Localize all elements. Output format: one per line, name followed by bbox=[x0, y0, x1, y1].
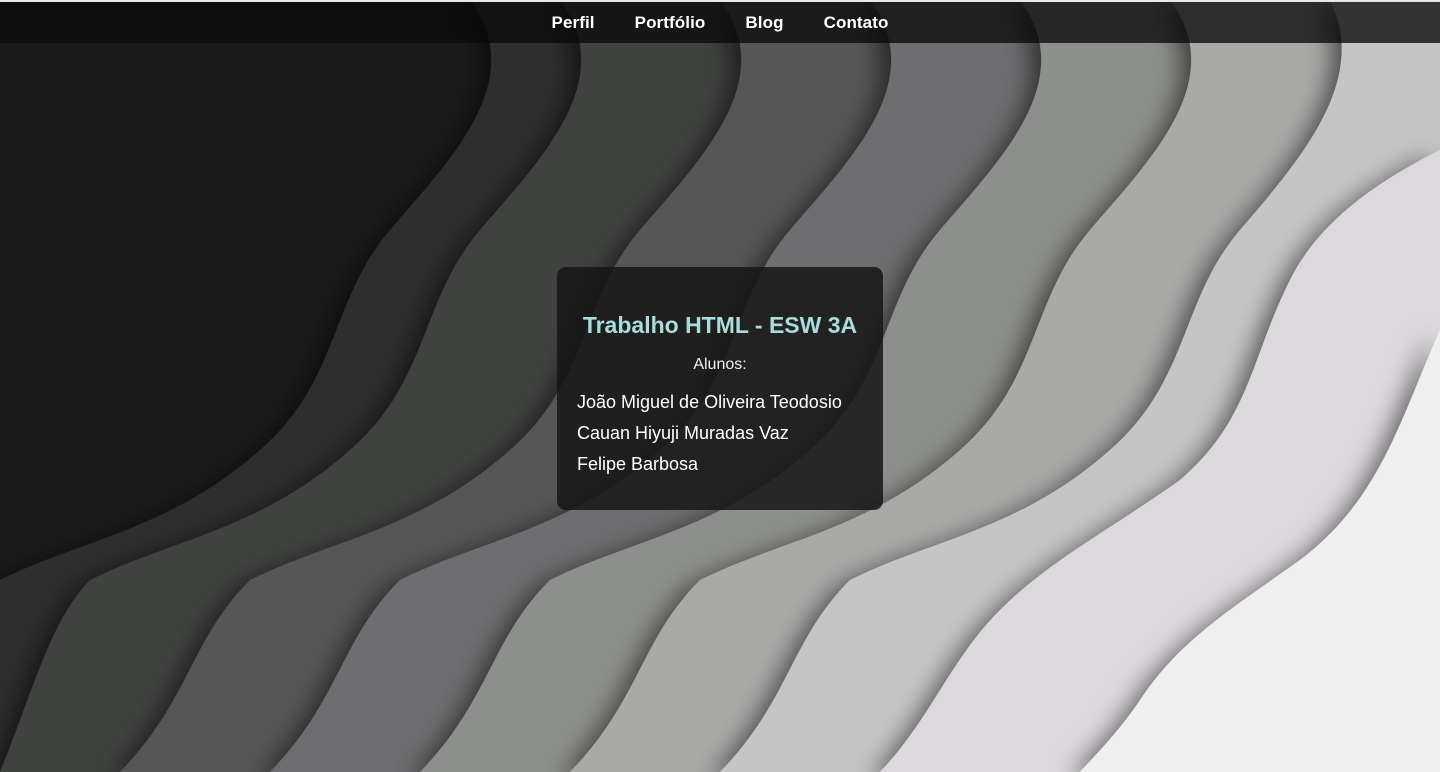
student-name: João Miguel de Oliveira Teodosio bbox=[577, 392, 842, 412]
card-title: Trabalho HTML - ESW 3A bbox=[582, 312, 858, 338]
page: Perfil Portfólio Blog Contato Trabalho H… bbox=[0, 0, 1440, 772]
nav-link-portfolio[interactable]: Portfólio bbox=[635, 13, 706, 33]
nav-link-perfil[interactable]: Perfil bbox=[552, 13, 595, 33]
nav-link-contato[interactable]: Contato bbox=[824, 13, 889, 33]
nav-link-blog[interactable]: Blog bbox=[745, 13, 783, 33]
project-info-card: Trabalho HTML - ESW 3A Alunos: João Migu… bbox=[557, 267, 883, 510]
students-list: João Miguel de Oliveira Teodosio Cauan H… bbox=[577, 387, 863, 480]
student-name: Cauan Hiyuji Muradas Vaz bbox=[577, 423, 789, 443]
top-navbar: Perfil Portfólio Blog Contato bbox=[0, 0, 1440, 43]
students-heading: Alunos: bbox=[693, 356, 747, 373]
student-name: Felipe Barbosa bbox=[577, 454, 699, 474]
